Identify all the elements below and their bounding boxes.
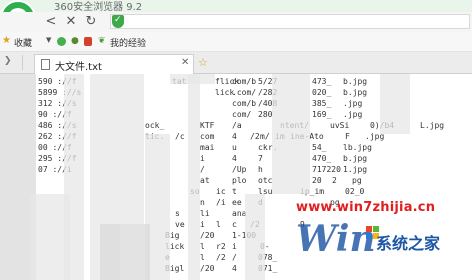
tab-label: 大文件.txt bbox=[55, 62, 102, 73]
address-bar[interactable] bbox=[110, 14, 470, 29]
back-icon[interactable]: < bbox=[42, 13, 60, 30]
bookmarks-bar: ★ 收藏 ▼ ● ❦ 我的经验 bbox=[0, 32, 472, 52]
tab-strip: ❯ 大文件.txt ✕ ☆ bbox=[0, 52, 472, 74]
blurred-region bbox=[245, 194, 265, 280]
blurred-region bbox=[170, 74, 215, 84]
tab-big-file[interactable]: 大文件.txt ✕ bbox=[34, 54, 194, 74]
leaf-icon: ❦ bbox=[98, 36, 106, 46]
watermark-url: www.win7zhijia.cn bbox=[296, 200, 436, 215]
watermark-win-logo: Win bbox=[296, 218, 376, 260]
apple-icon[interactable]: ● bbox=[71, 36, 79, 46]
bookmark-my-experience[interactable]: 我的经验 bbox=[110, 36, 146, 49]
close-icon[interactable]: ✕ bbox=[181, 57, 189, 68]
site-icon[interactable] bbox=[57, 37, 66, 46]
line-fragment: /20 bbox=[200, 264, 215, 273]
watermark-brand-text: 系统之家 bbox=[376, 234, 441, 253]
blurred-region bbox=[30, 194, 70, 280]
watermark: www.win7zhijia.cn Win 系统之家 bbox=[296, 200, 466, 278]
blurred-region bbox=[188, 74, 200, 280]
refresh-icon[interactable]: ↻ bbox=[82, 13, 100, 30]
stop-icon[interactable]: ✕ bbox=[62, 13, 80, 30]
sidebar-toggle-icon[interactable]: ❯ bbox=[4, 56, 12, 66]
document-icon bbox=[41, 59, 50, 70]
new-tab-star-icon[interactable]: ☆ bbox=[198, 56, 208, 69]
site-icon-red[interactable] bbox=[84, 37, 92, 46]
line-fragment: 4 bbox=[232, 264, 237, 273]
bookmark-favorites[interactable]: 收藏 bbox=[14, 36, 32, 49]
title-bar: 360安全浏览器 9.2 bbox=[0, 0, 472, 13]
blurred-region bbox=[120, 74, 144, 224]
blurred-region bbox=[272, 74, 310, 194]
check-icon: ✓ bbox=[114, 15, 122, 25]
chevron-down-icon[interactable]: ▼ bbox=[46, 36, 51, 44]
star-icon: ★ bbox=[2, 35, 11, 46]
navigation-bar: < ✕ ↻ ✓ bbox=[0, 12, 472, 32]
blurred-region bbox=[380, 74, 410, 134]
blurred-region bbox=[100, 224, 150, 280]
